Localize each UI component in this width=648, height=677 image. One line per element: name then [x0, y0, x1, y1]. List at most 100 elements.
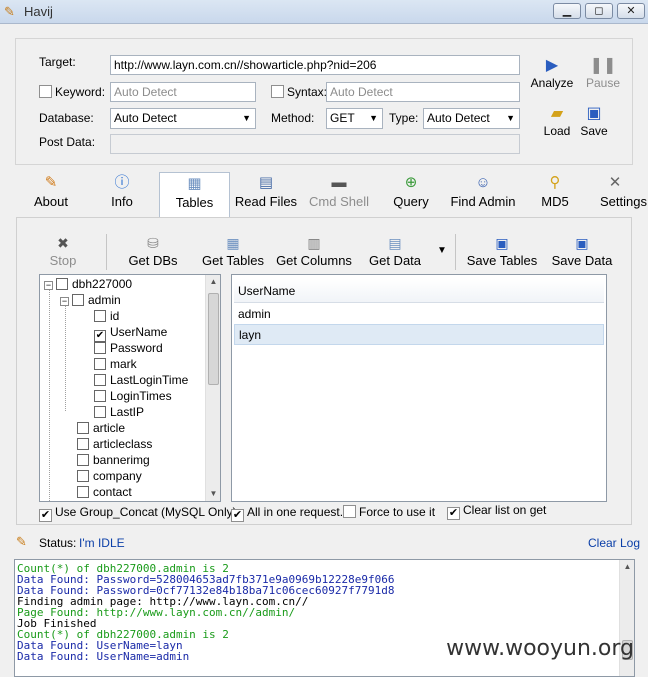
floppy-icon: ▣ — [586, 105, 602, 122]
column-name: LastIP — [110, 405, 145, 419]
group-concat-checkbox[interactable]: ✔ — [39, 509, 52, 522]
column-name: mark — [110, 357, 137, 371]
method-select[interactable]: GET ▼ — [326, 108, 383, 129]
tools-icon: ✕ — [608, 174, 622, 191]
column-checkbox[interactable] — [94, 406, 106, 418]
force-option[interactable]: Force to use it — [343, 505, 435, 519]
grid-row[interactable]: admin — [234, 304, 604, 325]
data-grid[interactable]: UserName admin layn — [231, 274, 607, 502]
table-checkbox[interactable] — [72, 294, 84, 306]
minimize-button[interactable]: ▁ — [553, 3, 581, 19]
tab-info[interactable]: ⓘ Info — [100, 172, 144, 218]
scroll-up-icon[interactable]: ▲ — [620, 560, 634, 574]
type-label: Type: — [389, 111, 419, 125]
get-data-dropdown-icon[interactable]: ▼ — [437, 245, 447, 256]
scroll-down-icon[interactable]: ▼ — [206, 487, 220, 501]
pause-button[interactable]: ❚❚ Pause — [582, 56, 624, 90]
database-select[interactable]: Auto Detect ▼ — [110, 108, 256, 129]
maximize-button[interactable]: ◻ — [585, 3, 613, 19]
tree-node-column[interactable]: LoginTimes — [94, 388, 172, 404]
tree-node-column[interactable]: Password — [94, 340, 163, 356]
tab-about[interactable]: ✎ About — [26, 172, 76, 218]
tree-connector — [49, 289, 50, 501]
table-name: bannerimg — [93, 453, 150, 467]
postdata-input[interactable] — [110, 134, 520, 154]
clear-list-checkbox[interactable]: ✔ — [447, 507, 460, 520]
tab-md5[interactable]: ⚲ MD5 — [537, 172, 573, 218]
column-checkbox[interactable] — [94, 310, 106, 322]
load-button[interactable]: ▰ Load — [538, 104, 576, 138]
watermark: www.wooyun.org — [446, 636, 634, 661]
tab-tables[interactable]: ▦ Tables — [159, 172, 230, 218]
tree-node-table-admin[interactable]: − admin — [60, 292, 121, 308]
column-checkbox[interactable] — [94, 374, 106, 386]
tab-cmd-shell-label: Cmd Shell — [309, 194, 369, 209]
type-select[interactable]: Auto Detect ▼ — [423, 108, 520, 129]
table-checkbox[interactable] — [77, 470, 89, 482]
syntax-label: Syntax: — [287, 85, 328, 99]
play-icon: ▶ — [545, 57, 559, 74]
save-label: Save — [580, 124, 608, 138]
tab-cmd-shell[interactable]: ▬ Cmd Shell — [306, 172, 372, 218]
grid-column-header[interactable]: UserName — [234, 279, 604, 303]
table-checkbox[interactable] — [77, 454, 89, 466]
info-icon: ⓘ — [114, 174, 130, 191]
column-checkbox[interactable] — [94, 390, 106, 402]
get-columns-button[interactable]: ▥ Get Columns — [275, 233, 353, 268]
postdata-label: Post Data: — [39, 135, 96, 149]
tree-node-column[interactable]: LastIP — [94, 404, 144, 420]
pause-label: Pause — [585, 76, 621, 90]
tree-node-table[interactable]: article — [77, 420, 125, 436]
keyword-input[interactable]: Auto Detect — [110, 82, 256, 102]
tree-node-column[interactable]: ✔ UserName — [94, 324, 167, 342]
status-value: I'm IDLE — [79, 536, 125, 550]
clear-log-link[interactable]: Clear Log — [588, 536, 640, 550]
tree-node-table[interactable]: bannerimg — [77, 452, 150, 468]
table-checkbox[interactable] — [77, 422, 89, 434]
save-data-button[interactable]: ▣ Save Data — [551, 233, 613, 268]
keyword-checkbox[interactable] — [39, 85, 52, 98]
get-tables-button[interactable]: ▦ Get Tables — [200, 233, 266, 268]
clear-list-option[interactable]: ✔ Clear list on get — [447, 503, 546, 520]
close-button[interactable]: ✕ — [617, 3, 645, 19]
force-label: Force to use it — [359, 505, 436, 519]
collapse-icon[interactable]: − — [60, 297, 69, 306]
table-checkbox[interactable] — [77, 438, 89, 450]
save-button[interactable]: ▣ Save — [578, 104, 610, 138]
tree-node-column[interactable]: mark — [94, 356, 137, 372]
column-checkbox[interactable] — [94, 358, 106, 370]
target-url-input[interactable]: http://www.layn.com.cn//showarticle.php?… — [110, 55, 520, 75]
scroll-up-icon[interactable]: ▲ — [206, 275, 220, 289]
scroll-thumb[interactable] — [208, 293, 219, 385]
collapse-icon[interactable]: − — [44, 281, 53, 290]
db-checkbox[interactable] — [56, 278, 68, 290]
tree-node-table[interactable]: articleclass — [77, 436, 152, 452]
table-checkbox[interactable] — [77, 486, 89, 498]
pen-icon: ✎ — [44, 174, 58, 191]
save-tables-button[interactable]: ▣ Save Tables — [465, 233, 539, 268]
tree-node-db[interactable]: − dbh227000 — [44, 276, 132, 292]
all-in-one-checkbox[interactable]: ✔ — [231, 509, 244, 522]
group-concat-option[interactable]: ✔ Use Group_Concat (MySQL Only) — [39, 505, 237, 522]
syntax-input[interactable]: Auto Detect — [326, 82, 520, 102]
get-dbs-button[interactable]: ⛁ Get DBs — [127, 233, 179, 268]
stop-button[interactable]: ✖ Stop — [46, 233, 80, 268]
database-icon: ⛁ — [147, 235, 159, 251]
analyze-button[interactable]: ▶ Analyze — [528, 56, 576, 90]
grid-row-selected[interactable]: layn — [234, 324, 604, 345]
column-checkbox[interactable] — [94, 342, 106, 354]
tree-node-table[interactable]: company — [77, 468, 142, 484]
tab-query[interactable]: ⊕ Query — [388, 172, 434, 218]
force-checkbox[interactable] — [343, 505, 356, 518]
tree-scrollbar[interactable]: ▲ ▼ — [205, 275, 220, 501]
tree-node-column[interactable]: id — [94, 308, 119, 324]
tab-find-admin[interactable]: ☺ Find Admin — [448, 172, 518, 218]
all-in-one-option[interactable]: ✔ All in one request. — [231, 505, 343, 522]
syntax-checkbox[interactable] — [271, 85, 284, 98]
tree-node-table[interactable]: contact — [77, 484, 132, 500]
tab-read-files[interactable]: ▤ Read Files — [234, 172, 298, 218]
get-data-button[interactable]: ▤ Get Data — [366, 233, 424, 268]
tree-node-column[interactable]: LastLoginTime — [94, 372, 188, 388]
schema-tree[interactable]: − dbh227000 − admin id ✔ UserName Password … — [39, 274, 221, 502]
tab-settings[interactable]: ✕ Settings — [600, 172, 648, 218]
